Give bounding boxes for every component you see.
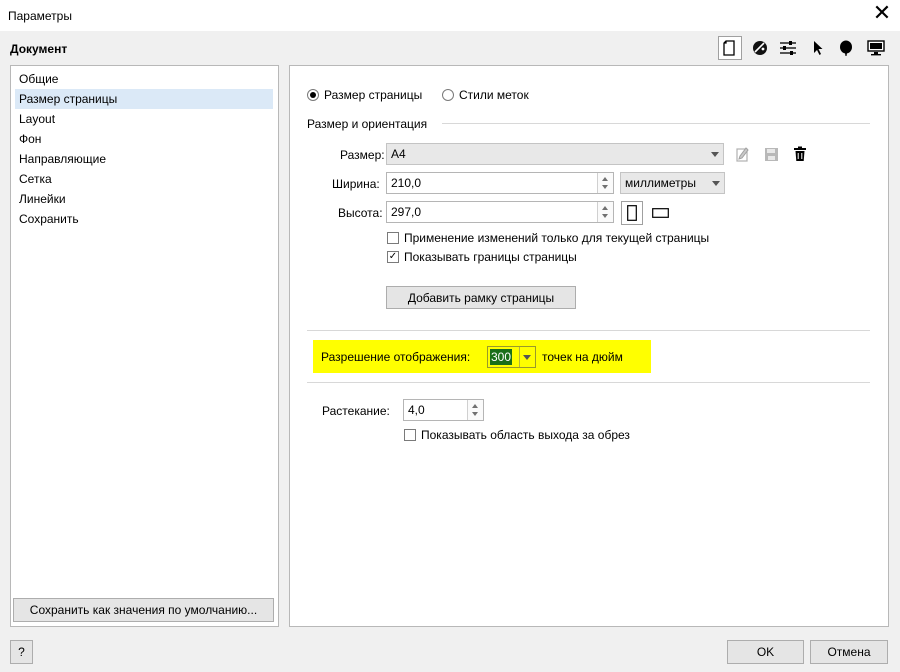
separator [307, 330, 870, 331]
sidebar-item-grid[interactable]: Сетка [15, 169, 273, 189]
sidebar-item-layout[interactable]: Layout [15, 109, 273, 129]
apply-current-page-checkbox[interactable] [387, 232, 399, 244]
sliders-icon[interactable] [776, 36, 800, 60]
cancel-button[interactable]: Отмена [810, 640, 888, 664]
show-page-border-checkbox[interactable]: ✓ [387, 251, 399, 263]
sidebar-item-save[interactable]: Сохранить [15, 209, 273, 229]
save-preset-icon[interactable] [762, 145, 780, 163]
height-label: Высота: [338, 206, 383, 220]
title-bar [0, 0, 900, 31]
chevron-down-icon [523, 355, 531, 360]
page-size-radio-label: Размер страницы [324, 88, 423, 102]
bleed-label: Растекание: [322, 404, 390, 418]
portrait-orientation-icon[interactable] [621, 201, 643, 225]
sidebar-item-page-size[interactable]: Размер страницы [15, 89, 273, 109]
section-title: Документ [10, 42, 68, 56]
chevron-down-icon [711, 152, 719, 157]
page-size-radio[interactable] [307, 89, 319, 101]
width-input[interactable]: 210,0 [386, 172, 614, 194]
bleed-input[interactable]: 4,0 [403, 399, 484, 421]
show-bleed-label: Показывать область выхода за обрез [421, 428, 630, 442]
category-list: Общие Размер страницы Layout Фон Направл… [10, 65, 279, 627]
pointer-icon[interactable] [806, 36, 830, 60]
size-dropdown[interactable]: A4 [386, 143, 724, 165]
group-separator [442, 123, 870, 124]
sidebar-item-rulers[interactable]: Линейки [15, 189, 273, 209]
page-icon[interactable] [718, 36, 742, 60]
ok-button[interactable]: OK [727, 640, 804, 664]
show-page-border-label: Показывать границы страницы [404, 250, 577, 264]
delete-preset-icon[interactable] [791, 145, 809, 163]
resolution-combobox[interactable]: 300 [487, 346, 536, 368]
monitor-icon[interactable] [864, 36, 888, 60]
height-value: 297,0 [391, 205, 422, 219]
mark-styles-radio-label: Стили меток [459, 88, 529, 102]
balloon-icon[interactable] [834, 36, 858, 60]
sidebar-item-guides[interactable]: Направляющие [15, 149, 273, 169]
resolution-label: Разрешение отображения: [321, 350, 471, 364]
size-orientation-group-label: Размер и ориентация [307, 117, 428, 131]
separator [307, 382, 870, 383]
units-dropdown[interactable]: миллиметры [620, 172, 725, 194]
units-value: миллиметры [625, 176, 696, 190]
sidebar-item-general[interactable]: Общие [15, 69, 273, 89]
size-label: Размер: [340, 148, 385, 162]
apply-current-page-label: Применение изменений только для текущей … [404, 231, 710, 245]
help-button[interactable]: ? [10, 640, 33, 664]
mark-styles-radio[interactable] [442, 89, 454, 101]
landscape-orientation-icon[interactable] [649, 205, 671, 221]
bleed-value: 4,0 [408, 403, 425, 417]
resolution-unit: точек на дюйм [542, 350, 623, 364]
height-stepper[interactable] [597, 202, 613, 222]
resolution-value[interactable]: 300 [490, 349, 513, 365]
show-bleed-checkbox[interactable] [404, 429, 416, 441]
width-stepper[interactable] [597, 173, 613, 193]
window-title: Параметры [8, 9, 72, 23]
height-input[interactable]: 297,0 [386, 201, 614, 223]
palette-icon[interactable] [748, 36, 772, 60]
size-value: A4 [391, 147, 406, 161]
edit-preset-icon[interactable] [733, 145, 751, 163]
save-defaults-button[interactable]: Сохранить как значения по умолчанию... [13, 598, 274, 622]
width-value: 210,0 [391, 176, 422, 190]
width-label: Ширина: [332, 177, 380, 191]
sidebar-item-background[interactable]: Фон [15, 129, 273, 149]
add-page-frame-button[interactable]: Добавить рамку страницы [386, 286, 576, 309]
close-icon[interactable]: ✕ [868, 2, 896, 28]
resolution-dropdown-button[interactable] [519, 347, 535, 367]
bleed-stepper[interactable] [467, 400, 483, 420]
chevron-down-icon [712, 181, 720, 186]
